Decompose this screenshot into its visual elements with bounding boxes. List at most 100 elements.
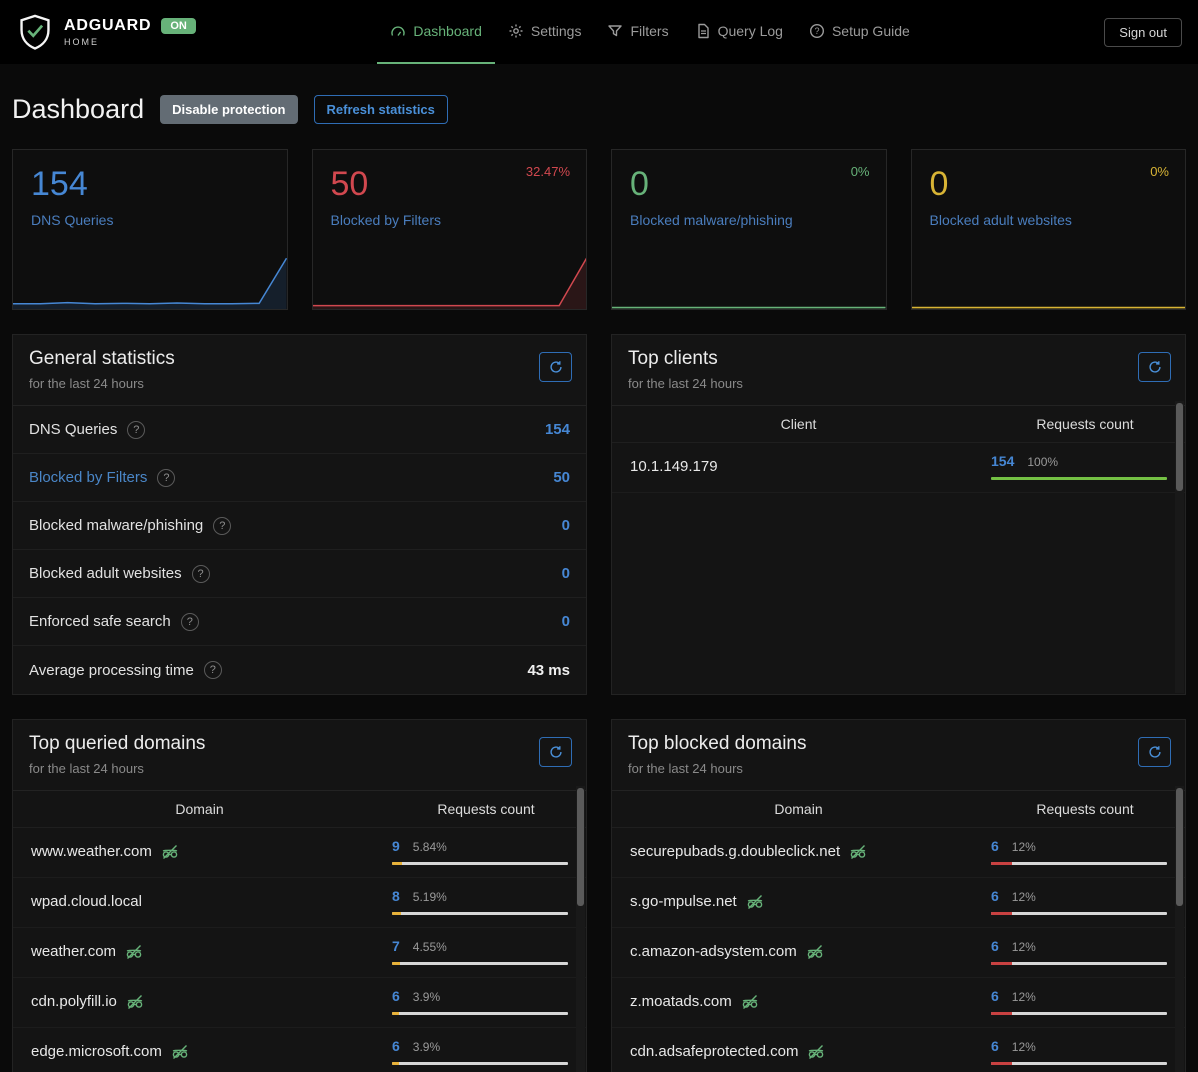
domain-row: c.amazon-adsystem.com 612% — [612, 928, 1185, 978]
nav-item-setup-guide[interactable]: ? Setup Guide — [796, 0, 923, 64]
help-icon[interactable]: ? — [213, 517, 231, 535]
scrollbar[interactable] — [1175, 786, 1184, 1072]
domain-name[interactable]: weather.com — [31, 943, 392, 961]
request-count: 9 — [392, 838, 400, 854]
progress-bar — [392, 1012, 568, 1015]
refresh-panel-button[interactable] — [1138, 352, 1171, 382]
incognito-glasses-icon[interactable] — [849, 843, 867, 861]
help-icon[interactable]: ? — [181, 613, 199, 631]
stat-row-dns-queries: DNS Queries? 154 — [13, 406, 586, 454]
domain-requests: 95.84% — [392, 838, 568, 865]
panel-subtitle: for the last 24 hours — [628, 376, 1169, 391]
domain-name[interactable]: c.amazon-adsystem.com — [630, 943, 991, 961]
help-icon[interactable]: ? — [157, 469, 175, 487]
domain-row: edge.microsoft.com 63.9% — [13, 1028, 586, 1072]
nav-item-filters[interactable]: Filters — [594, 0, 681, 64]
refresh-panel-button[interactable] — [539, 737, 572, 767]
domain-row: z.moatads.com 612% — [612, 978, 1185, 1028]
scrollbar-thumb[interactable] — [577, 788, 584, 906]
request-percent: 5.19% — [413, 890, 447, 904]
stat-card-label[interactable]: DNS Queries — [31, 212, 269, 228]
incognito-glasses-icon[interactable] — [746, 893, 764, 911]
svg-text:?: ? — [814, 26, 819, 36]
stat-row-processing-time: Average processing time? 43 ms — [13, 646, 586, 694]
progress-bar — [991, 1012, 1167, 1015]
scrollbar[interactable] — [1175, 401, 1184, 693]
col-header-requests: Requests count — [985, 416, 1185, 432]
nav-item-settings[interactable]: Settings — [495, 0, 595, 64]
request-percent: 12% — [1012, 940, 1036, 954]
incognito-glasses-icon[interactable] — [806, 943, 824, 961]
domain-name[interactable]: edge.microsoft.com — [31, 1043, 392, 1061]
panel-head: Top clients for the last 24 hours — [612, 335, 1185, 406]
domain-row: cdn.polyfill.io 63.9% — [13, 978, 586, 1028]
refresh-icon — [549, 360, 563, 374]
stat-card-value: 154 — [31, 166, 269, 203]
client-address[interactable]: 10.1.149.179 — [630, 458, 991, 475]
stat-card-label[interactable]: Blocked malware/phishing — [630, 212, 868, 228]
col-header-requests: Requests count — [985, 801, 1185, 817]
help-icon[interactable]: ? — [192, 565, 210, 583]
col-header-domain: Domain — [13, 801, 386, 817]
domain-name[interactable]: securepubads.g.doubleclick.net — [630, 843, 991, 861]
progress-bar — [991, 912, 1167, 915]
sign-out-button[interactable]: Sign out — [1104, 18, 1182, 47]
refresh-statistics-button[interactable]: Refresh statistics — [314, 95, 448, 124]
domain-row: www.weather.com 95.84% — [13, 828, 586, 878]
domain-name[interactable]: cdn.adsafeprotected.com — [630, 1043, 991, 1061]
nav-item-dashboard[interactable]: Dashboard — [377, 0, 495, 64]
scrollbar-thumb[interactable] — [1176, 788, 1183, 906]
domain-requests: 612% — [991, 1038, 1167, 1065]
progress-bar — [991, 1062, 1167, 1065]
help-icon[interactable]: ? — [127, 421, 145, 439]
nav-item-label: Setup Guide — [832, 23, 910, 39]
stat-card-percent: 32.47% — [526, 164, 570, 179]
stat-card-label[interactable]: Blocked adult websites — [930, 212, 1168, 228]
scrollbar-thumb[interactable] — [1176, 403, 1183, 491]
nav-item-label: Settings — [531, 23, 582, 39]
dashboard-icon — [390, 23, 406, 39]
sparkline-chart — [313, 251, 587, 309]
disable-protection-button[interactable]: Disable protection — [160, 95, 297, 124]
brand-title: ADGUARD — [64, 17, 151, 35]
stat-card-label[interactable]: Blocked by Filters — [331, 212, 569, 228]
domain-name[interactable]: www.weather.com — [31, 843, 392, 861]
domain-name[interactable]: z.moatads.com — [630, 993, 991, 1011]
brand-subtitle: HOME — [64, 37, 196, 47]
stat-row-label[interactable]: Blocked by Filters — [29, 469, 147, 486]
gear-icon — [508, 23, 524, 39]
top-clients-panel: Top clients for the last 24 hours Client… — [611, 334, 1186, 695]
stat-card-percent: 0% — [851, 164, 870, 179]
stat-card-percent: 0% — [1150, 164, 1169, 179]
nav-item-query-log[interactable]: Query Log — [682, 0, 796, 64]
stat-card-blocked-by-filters: 32.47% 50 Blocked by Filters — [312, 149, 588, 310]
col-header-requests: Requests count — [386, 801, 586, 817]
request-percent: 100% — [1027, 455, 1058, 469]
incognito-glasses-icon[interactable] — [161, 843, 179, 861]
domain-name[interactable]: cdn.polyfill.io — [31, 993, 392, 1011]
incognito-glasses-icon[interactable] — [741, 993, 759, 1011]
scrollbar[interactable] — [576, 786, 585, 1072]
stat-row-label: Blocked malware/phishing — [29, 517, 203, 534]
nav-item-label: Filters — [630, 23, 668, 39]
domain-name[interactable]: s.go-mpulse.net — [630, 893, 991, 911]
request-count: 6 — [991, 1038, 999, 1054]
main-nav: Dashboard Settings Filters Query Log ? S… — [377, 0, 922, 64]
domain-name[interactable]: wpad.cloud.local — [31, 893, 392, 910]
domain-row: securepubads.g.doubleclick.net 612% — [612, 828, 1185, 878]
brand[interactable]: ADGUARD ON HOME — [16, 13, 196, 51]
incognito-glasses-icon[interactable] — [125, 943, 143, 961]
incognito-glasses-icon[interactable] — [807, 1043, 825, 1061]
request-count: 7 — [392, 938, 400, 954]
incognito-glasses-icon[interactable] — [171, 1043, 189, 1061]
refresh-panel-button[interactable] — [1138, 737, 1171, 767]
stat-row-value: 0 — [562, 517, 570, 534]
stat-card-value: 0 — [930, 166, 1168, 203]
stat-row-label: DNS Queries — [29, 421, 117, 438]
help-icon[interactable]: ? — [204, 661, 222, 679]
incognito-glasses-icon[interactable] — [126, 993, 144, 1011]
stat-card-blocked-malware: 0% 0 Blocked malware/phishing — [611, 149, 887, 310]
refresh-panel-button[interactable] — [539, 352, 572, 382]
request-count: 6 — [991, 988, 999, 1004]
help-circle-icon: ? — [809, 23, 825, 39]
